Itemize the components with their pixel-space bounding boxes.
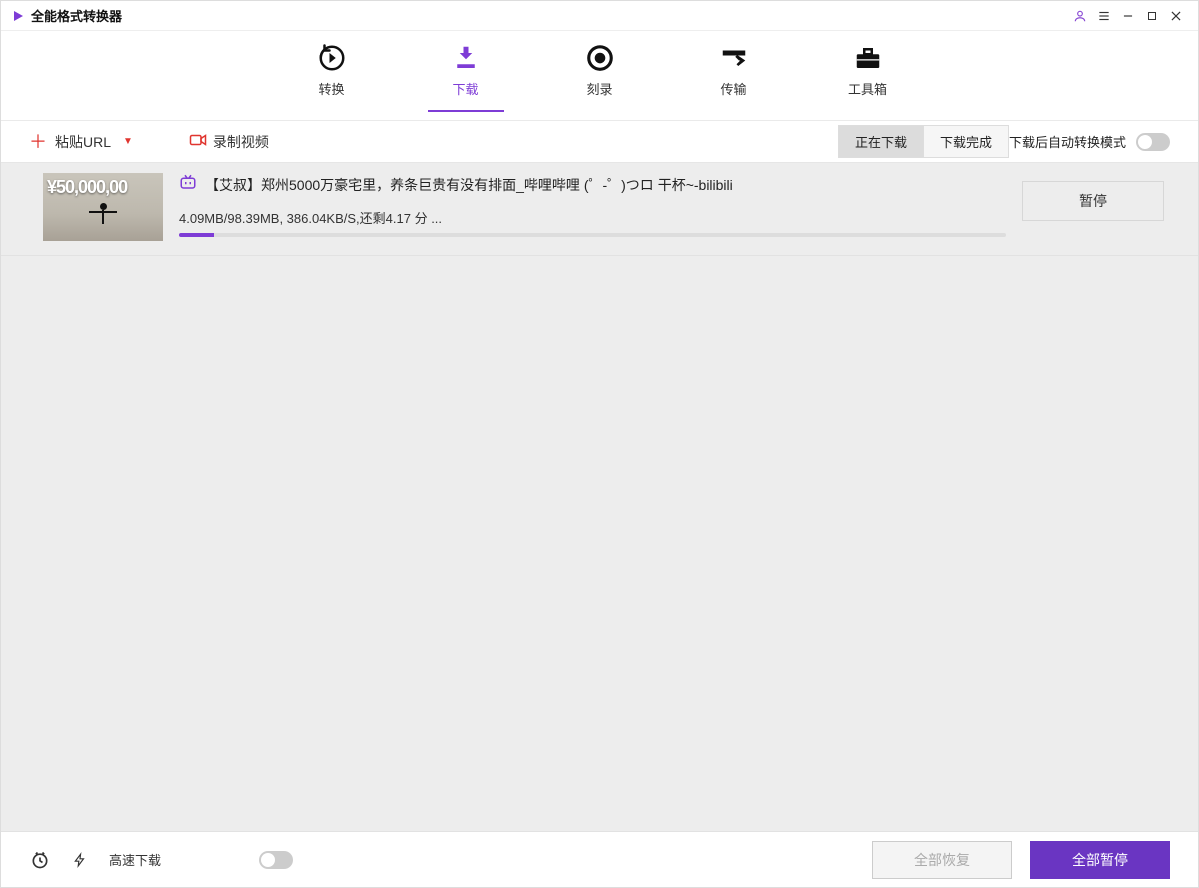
paste-url-label: 粘贴URL	[55, 132, 111, 152]
lightning-icon	[69, 849, 91, 871]
auto-convert-toggle[interactable]	[1136, 133, 1170, 151]
download-item: ¥50,000,00 【艾叔】郑州5000万豪宅里，养条巨贵有没有排面_哔哩哔哩…	[1, 163, 1198, 256]
plus-icon: ＋	[29, 133, 47, 151]
main-nav: 转换 下载 刻录 传输 工具箱	[1, 31, 1198, 121]
titlebar: 全能格式转换器	[1, 1, 1198, 31]
download-icon	[451, 43, 481, 73]
pause-button[interactable]: 暂停	[1022, 181, 1164, 221]
app-logo-icon	[11, 9, 25, 23]
bottom-bar: 高速下载 全部恢复 全部暂停	[1, 831, 1198, 887]
download-subtabs: 正在下载 下载完成	[838, 125, 1009, 158]
pause-all-button[interactable]: 全部暂停	[1030, 841, 1170, 879]
account-icon[interactable]	[1068, 4, 1092, 28]
resume-all-button: 全部恢复	[872, 841, 1012, 879]
tab-convert-label: 转换	[318, 79, 344, 98]
camera-icon	[189, 133, 207, 150]
fast-download-toggle[interactable]	[259, 851, 293, 869]
maximize-icon[interactable]	[1140, 4, 1164, 28]
fast-download-label: 高速下载	[109, 850, 161, 869]
toolbox-icon	[853, 43, 883, 73]
record-video-label: 录制视频	[213, 132, 269, 152]
tab-transfer-label: 传输	[720, 79, 746, 98]
tab-toolbox-label: 工具箱	[848, 79, 887, 98]
auto-convert-label: 下载后自动转换模式	[1009, 132, 1126, 151]
subtab-completed[interactable]: 下载完成	[924, 125, 1009, 158]
download-status: 4.09MB/98.39MB, 386.04KB/S,还剩4.17 分 ...	[179, 208, 1006, 227]
burn-icon	[585, 43, 615, 73]
tab-download-label: 下载	[452, 79, 478, 98]
transfer-icon	[719, 43, 749, 73]
tab-convert[interactable]: 转换	[300, 43, 364, 112]
download-progress	[179, 233, 1006, 237]
bilibili-icon	[179, 173, 197, 196]
close-icon[interactable]	[1164, 4, 1188, 28]
download-list: ¥50,000,00 【艾叔】郑州5000万豪宅里，养条巨贵有没有排面_哔哩哔哩…	[1, 163, 1198, 831]
tab-download[interactable]: 下载	[434, 43, 498, 112]
record-video-button[interactable]: 录制视频	[189, 132, 269, 152]
download-progress-bar	[179, 233, 214, 237]
app-title: 全能格式转换器	[31, 6, 122, 25]
menu-icon[interactable]	[1092, 4, 1116, 28]
paste-url-button[interactable]: ＋ 粘贴URL ▼	[29, 132, 133, 152]
toolbar: ＋ 粘贴URL ▼ 录制视频 正在下载 下载完成 下载后自动转换模式	[1, 121, 1198, 163]
schedule-icon[interactable]	[29, 849, 51, 871]
convert-icon	[317, 43, 347, 73]
minimize-icon[interactable]	[1116, 4, 1140, 28]
thumbnail-overlay-text: ¥50,000,00	[47, 177, 127, 198]
chevron-down-icon: ▼	[123, 136, 133, 147]
tab-transfer[interactable]: 传输	[702, 43, 766, 112]
download-thumbnail: ¥50,000,00	[43, 173, 163, 241]
download-title: 【艾叔】郑州5000万豪宅里，养条巨贵有没有排面_哔哩哔哩 (゜-゜)つロ 干杯…	[205, 175, 733, 195]
subtab-downloading[interactable]: 正在下载	[838, 125, 924, 158]
tab-toolbox[interactable]: 工具箱	[836, 43, 900, 112]
tab-burn-label: 刻录	[586, 79, 612, 98]
tab-burn[interactable]: 刻录	[568, 43, 632, 112]
